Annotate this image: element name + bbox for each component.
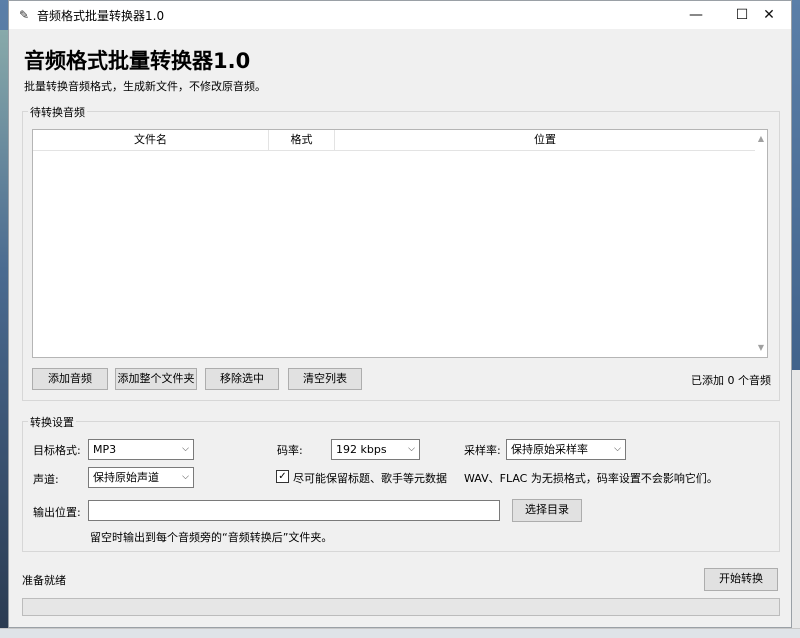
settings-group-label: 转换设置 <box>28 414 76 430</box>
page-title: 音频格式批量转换器1.0 <box>24 49 251 73</box>
page-subtitle: 批量转换音频格式，生成新文件，不修改原音频。 <box>24 80 266 93</box>
choose-directory-button[interactable]: 选择目录 <box>512 499 582 522</box>
title-bar[interactable]: ✎ 音频格式批量转换器1.0 — ☐ ✕ <box>9 1 791 29</box>
clear-list-button[interactable]: 清空列表 <box>288 368 362 390</box>
feather-icon: ✎ <box>18 8 30 22</box>
chevron-down-icon: ⌵ <box>408 444 415 454</box>
bitrate-select[interactable]: 192 kbps ⌵ <box>331 439 420 460</box>
column-location[interactable]: 位置 <box>335 130 755 150</box>
window-title: 音频格式批量转换器1.0 <box>37 8 165 23</box>
keep-metadata-label[interactable]: 尽可能保留标题、歌手等元数据 <box>293 470 447 486</box>
minimize-button[interactable]: — <box>673 1 719 29</box>
bitrate-label: 码率: <box>277 444 303 457</box>
start-convert-button[interactable]: 开始转换 <box>704 568 778 591</box>
file-list[interactable]: 文件名 格式 位置 ▲ ▼ <box>32 129 768 358</box>
output-label: 输出位置: <box>33 506 81 519</box>
file-list-header: 文件名 格式 位置 <box>33 130 755 151</box>
scroll-down-icon[interactable]: ▼ <box>755 341 767 355</box>
target-format-label: 目标格式: <box>33 444 81 457</box>
chevron-down-icon: ⌵ <box>182 444 189 454</box>
close-button[interactable]: ✕ <box>747 1 791 29</box>
keep-metadata-checkbox[interactable]: ✓ <box>276 470 289 483</box>
progress-bar <box>22 598 780 616</box>
add-folder-button[interactable]: 添加整个文件夹 <box>115 368 197 390</box>
lossless-note: WAV、FLAC 为无损格式，码率设置不会影响它们。 <box>464 472 718 485</box>
app-window: ✎ 音频格式批量转换器1.0 — ☐ ✕ 音频格式批量转换器1.0 批量转换音频… <box>8 0 792 628</box>
channels-select[interactable]: 保持原始声道 ⌵ <box>88 467 194 488</box>
channels-value: 保持原始声道 <box>93 471 159 484</box>
file-count: 已添加 0 个音频 <box>691 374 771 387</box>
output-path-input[interactable] <box>88 500 500 521</box>
samplerate-select[interactable]: 保持原始采样率 ⌵ <box>506 439 626 460</box>
file-list-scrollbar[interactable]: ▲ ▼ <box>755 130 767 357</box>
output-hint: 留空时输出到每个音频旁的“音频转换后”文件夹。 <box>90 531 333 544</box>
chevron-down-icon: ⌵ <box>182 472 189 482</box>
target-format-select[interactable]: MP3 ⌵ <box>88 439 194 460</box>
desktop-icons-strip <box>0 30 8 637</box>
status-text: 准备就绪 <box>22 574 66 587</box>
samplerate-value: 保持原始采样率 <box>511 443 588 456</box>
add-audio-button[interactable]: 添加音频 <box>32 368 108 390</box>
column-format[interactable]: 格式 <box>269 130 335 150</box>
chevron-down-icon: ⌵ <box>614 444 621 454</box>
scroll-up-icon[interactable]: ▲ <box>755 132 767 146</box>
queue-group-label: 待转换音频 <box>28 104 87 120</box>
channels-label: 声道: <box>33 473 59 486</box>
column-filename[interactable]: 文件名 <box>33 130 269 150</box>
bitrate-value: 192 kbps <box>336 443 387 456</box>
samplerate-label: 采样率: <box>464 444 501 457</box>
target-format-value: MP3 <box>93 443 117 456</box>
remove-selected-button[interactable]: 移除选中 <box>205 368 279 390</box>
